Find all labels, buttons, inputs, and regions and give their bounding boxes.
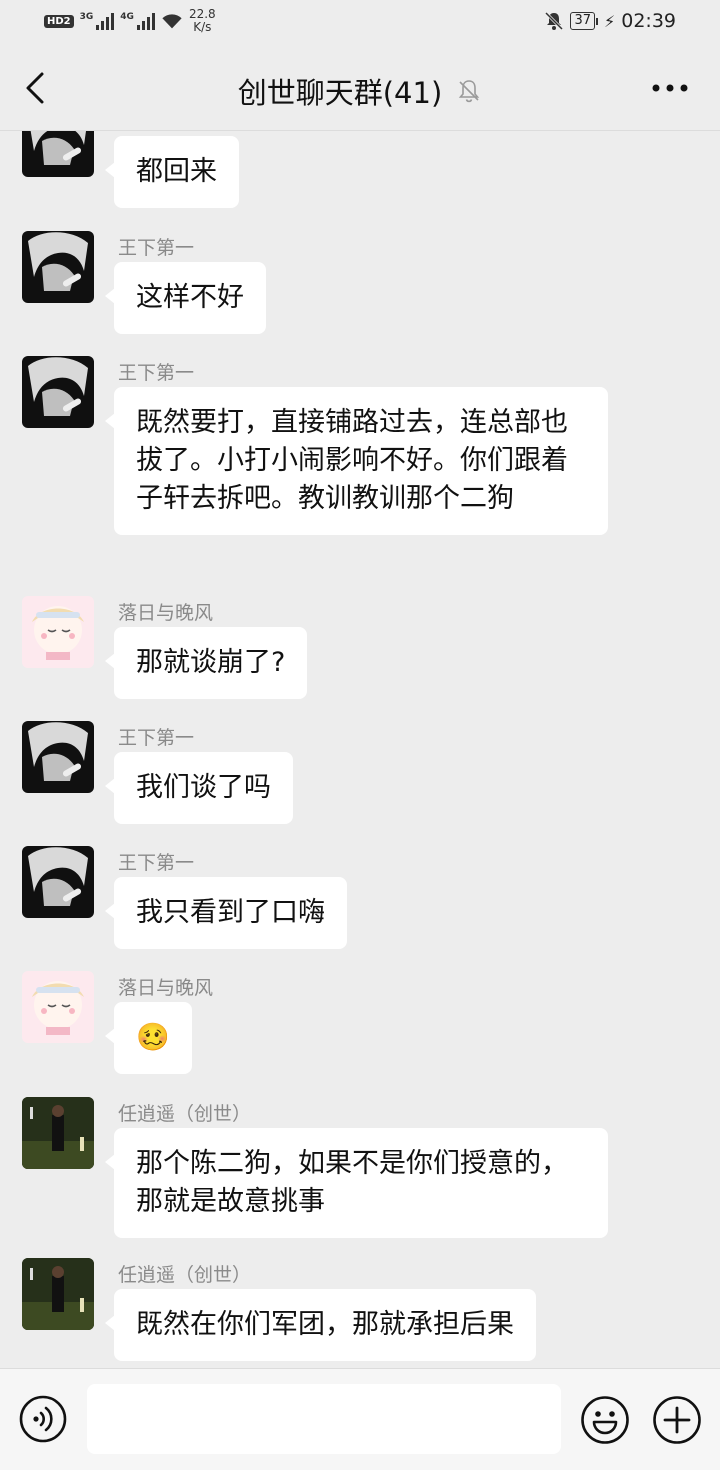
page-title: 创世聊天群(41) <box>0 70 720 112</box>
bell-off-status-icon <box>545 11 564 31</box>
sender-name: 王下第一 <box>118 727 195 749</box>
message-bubble[interactable]: 我只看到了口嗨 <box>105 877 347 949</box>
sender-name: 王下第一 <box>118 852 195 874</box>
battery-icon: 37 <box>570 12 598 30</box>
chat-title: 创世聊天群(41) <box>237 76 443 110</box>
status-time: 02:39 <box>621 10 676 32</box>
charging-icon: ⚡ <box>604 11 616 31</box>
message-list[interactable]: 都回来 王下第一 这样不好 王下第一 既然要打，直接铺路过去，连总部也拔了。小打… <box>0 131 720 1368</box>
avatar[interactable] <box>22 1258 94 1330</box>
emoji-icon[interactable] <box>580 1395 630 1445</box>
message-bubble[interactable]: 🥴 <box>105 1002 192 1074</box>
sender-name: 任逍遥（创世） <box>118 1103 252 1125</box>
chat-header: 创世聊天群(41) <box>0 46 720 131</box>
avatar[interactable] <box>22 596 94 668</box>
plus-circle-icon[interactable] <box>652 1395 702 1445</box>
bell-off-icon <box>459 80 480 103</box>
input-bar <box>0 1368 720 1470</box>
emoji-sticker: 🥴 <box>136 1022 170 1053</box>
wifi-icon <box>162 14 182 29</box>
status-right: 37 ⚡ 02:39 <box>544 10 676 32</box>
hd-indicator: HD2 <box>44 14 74 28</box>
sender-name: 任逍遥（创世） <box>118 1264 252 1286</box>
message-input[interactable] <box>87 1384 561 1454</box>
message-bubble[interactable]: 既然要打，直接铺路过去，连总部也拔了。小打小闹影响不好。你们跟着子轩去拆吧。教训… <box>105 387 608 535</box>
sender-name: 落日与晚风 <box>118 977 214 999</box>
sender-name: 落日与晚风 <box>118 602 214 624</box>
message-bubble[interactable]: 那个陈二狗，如果不是你们授意的，那就是故意挑事 <box>105 1128 608 1238</box>
message-text: 这样不好 <box>136 282 244 313</box>
sender-name: 王下第一 <box>118 362 195 384</box>
avatar[interactable] <box>22 971 94 1043</box>
avatar[interactable] <box>22 356 94 428</box>
message-text: 我只看到了口嗨 <box>136 897 325 928</box>
voice-icon[interactable] <box>19 1395 67 1443</box>
avatar[interactable] <box>22 846 94 918</box>
sender-name: 王下第一 <box>118 237 195 259</box>
avatar[interactable] <box>22 1097 94 1169</box>
avatar[interactable] <box>22 131 94 177</box>
more-dots-icon[interactable] <box>650 82 690 94</box>
network-speed: 22.8 K/s <box>188 7 216 34</box>
status-bar: HD2 3G 4G 22.8 K/s 37 ⚡ 02:39 <box>0 0 720 46</box>
message-text: 既然在你们军团，那就承担后果 <box>136 1309 514 1340</box>
message-text: 我们谈了吗 <box>136 772 271 803</box>
message-bubble[interactable]: 都回来 <box>105 136 239 208</box>
signal-4g-icon: 4G <box>120 12 155 30</box>
message-text: 既然要打，直接铺路过去，连总部也拔了。小打小闹影响不好。你们跟着子轩去拆吧。教训… <box>136 407 568 514</box>
message-bubble[interactable]: 这样不好 <box>105 262 266 334</box>
message-text: 那个陈二狗，如果不是你们授意的，那就是故意挑事 <box>136 1148 568 1217</box>
message-bubble[interactable]: 既然在你们军团，那就承担后果 <box>105 1289 536 1361</box>
avatar[interactable] <box>22 721 94 793</box>
message-text: 那就谈崩了? <box>136 647 286 678</box>
message-bubble[interactable]: 我们谈了吗 <box>105 752 293 824</box>
status-left: HD2 3G 4G 22.8 K/s <box>44 8 216 34</box>
message-text: 都回来 <box>136 156 217 187</box>
signal-3g-icon: 3G <box>80 12 115 30</box>
message-bubble[interactable]: 那就谈崩了? <box>104 627 308 699</box>
avatar[interactable] <box>22 231 94 303</box>
